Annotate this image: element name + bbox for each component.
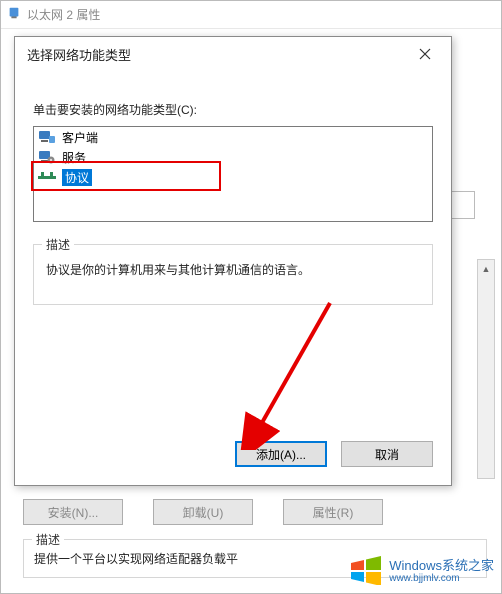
close-icon	[419, 48, 431, 60]
list-item-label: 服务	[62, 149, 86, 166]
uninstall-button[interactable]: 卸载(U)	[153, 499, 253, 525]
list-item-protocol[interactable]: 协议	[34, 167, 432, 187]
parent-title: 以太网 2 属性	[27, 6, 100, 23]
list-item-label: 客户端	[62, 129, 98, 146]
add-button[interactable]: 添加(A)...	[235, 441, 327, 467]
dialog-description-text: 协议是你的计算机用来与其他计算机通信的语言。	[46, 261, 420, 280]
parent-description-legend: 描述	[32, 531, 64, 548]
nic-icon	[7, 6, 21, 23]
watermark: Windows系统之家 www.bjjmlv.com	[349, 555, 494, 588]
dialog-button-row: 添加(A)... 取消	[235, 441, 433, 467]
feature-type-listbox[interactable]: 客户端 服务 协议	[33, 126, 433, 222]
watermark-brand: Windows	[389, 558, 442, 573]
cancel-button[interactable]: 取消	[341, 441, 433, 467]
dialog-description-group: 描述 协议是你的计算机用来与其他计算机通信的语言。	[33, 244, 433, 305]
protocol-icon	[38, 169, 56, 185]
install-button[interactable]: 安装(N)...	[23, 499, 123, 525]
parent-button-row: 安装(N)... 卸载(U) 属性(R)	[23, 499, 487, 525]
parent-titlebar: 以太网 2 属性	[1, 1, 501, 29]
dialog-body: 单击要安装的网络功能类型(C): 客户端 服务 协议	[15, 71, 451, 319]
service-icon	[38, 149, 56, 165]
list-item-service[interactable]: 服务	[34, 147, 432, 167]
watermark-suffix: 系统之家	[442, 558, 494, 573]
properties-button[interactable]: 属性(R)	[283, 499, 383, 525]
dialog-description-legend: 描述	[42, 236, 74, 253]
dialog-title: 选择网络功能类型	[27, 45, 131, 64]
dialog-titlebar: 选择网络功能类型	[15, 37, 451, 71]
instruction-label: 单击要安装的网络功能类型(C):	[33, 101, 433, 118]
watermark-url: www.bjjmlv.com	[389, 573, 494, 584]
windows-logo-icon	[349, 555, 383, 588]
list-item-label: 协议	[62, 169, 92, 186]
client-icon	[38, 129, 56, 145]
close-button[interactable]	[405, 40, 445, 68]
list-item-client[interactable]: 客户端	[34, 127, 432, 147]
select-feature-type-dialog: 选择网络功能类型 单击要安装的网络功能类型(C): 客户端 服务	[14, 36, 452, 486]
watermark-text-block: Windows系统之家 www.bjjmlv.com	[389, 559, 494, 585]
scrollbar[interactable]: ▲	[477, 259, 495, 479]
scroll-up-icon[interactable]: ▲	[478, 260, 494, 278]
